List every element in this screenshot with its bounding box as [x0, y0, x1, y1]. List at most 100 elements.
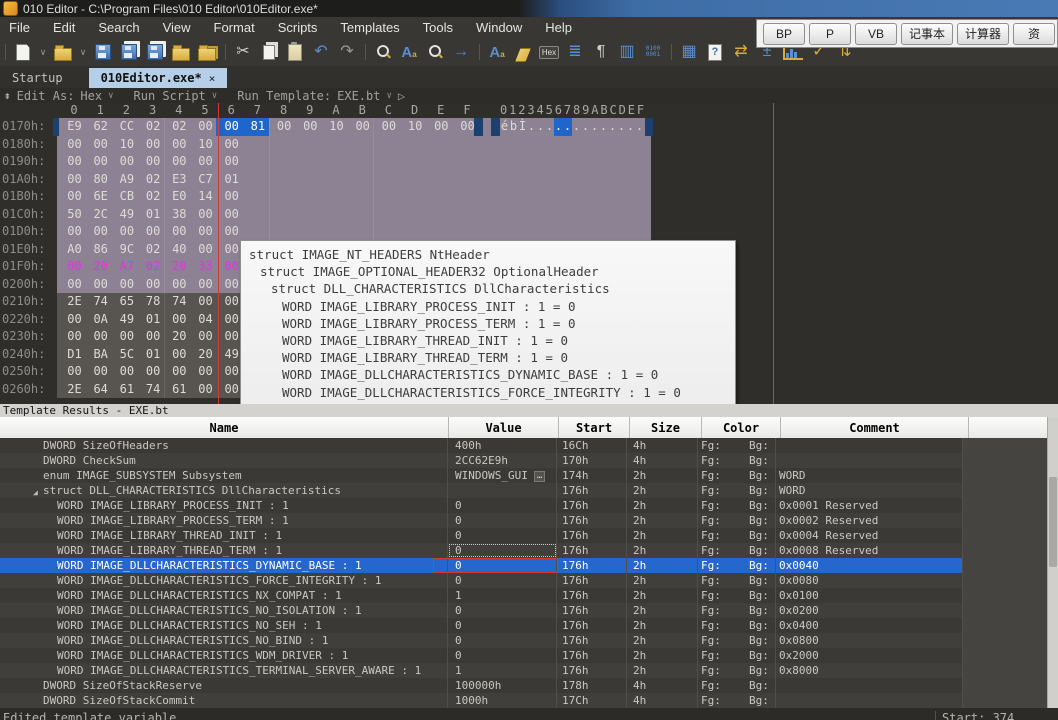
hex-byte[interactable]: 20: [166, 329, 193, 343]
table-row[interactable]: DWORD SizeOfStackCommit1000h17Ch4hFg:Bg:: [0, 693, 1058, 708]
hex-byte[interactable]: 00: [61, 259, 88, 273]
column-header-comment[interactable]: Comment: [781, 417, 969, 438]
hex-byte[interactable]: 01: [218, 172, 245, 186]
save-icon[interactable]: [92, 41, 114, 63]
menu-view[interactable]: View: [163, 20, 191, 35]
hex-byte[interactable]: 00: [192, 119, 219, 133]
column-header-color[interactable]: Color: [702, 417, 781, 438]
menu-edit[interactable]: Edit: [53, 20, 75, 35]
quick-button-5[interactable]: 资: [1013, 23, 1055, 45]
replace-icon[interactable]: Aa: [398, 41, 420, 63]
quick-button-0[interactable]: BP: [763, 23, 805, 45]
save-all-icon[interactable]: [144, 41, 166, 63]
hex-byte[interactable]: 00: [218, 189, 245, 203]
ascii-char[interactable]: .: [536, 119, 545, 133]
table-row[interactable]: DWORD SizeOfStackReserve100000h178h4hFg:…: [0, 678, 1058, 693]
hex-editor-pane[interactable]: 0123456789ABCDEF 0123456789ABCDEF 0170h:…: [0, 103, 1058, 404]
hex-byte[interactable]: 00: [218, 119, 245, 133]
hex-byte[interactable]: 02: [166, 119, 193, 133]
hex-byte[interactable]: 00: [61, 364, 88, 378]
hex-byte[interactable]: 78: [140, 294, 167, 308]
save-as-icon[interactable]: [118, 41, 140, 63]
table-row[interactable]: WORD IMAGE_DLLCHARACTERISTICS_NO_ISOLATI…: [0, 603, 1058, 618]
chevron-down-icon[interactable]: ∨: [108, 91, 113, 101]
table-row[interactable]: WORD IMAGE_DLLCHARACTERISTICS_NO_SEH : 1…: [0, 618, 1058, 633]
hex-byte[interactable]: 10: [192, 137, 219, 151]
swap-bytes-icon[interactable]: ⇄: [730, 41, 752, 63]
hex-byte[interactable]: 40: [166, 242, 193, 256]
undo-icon[interactable]: ↶: [310, 41, 332, 63]
hex-byte[interactable]: 61: [113, 382, 140, 396]
hex-byte[interactable]: 38: [166, 207, 193, 221]
run-template-value[interactable]: EXE.bt: [337, 89, 380, 103]
hex-byte[interactable]: E9: [61, 119, 88, 133]
hex-byte[interactable]: 86: [87, 242, 114, 256]
calculator-icon[interactable]: ▦: [678, 41, 700, 63]
column-header-start[interactable]: Start: [559, 417, 630, 438]
tab-010editor-exe[interactable]: 010Editor.exe* ×: [89, 68, 228, 88]
hex-byte[interactable]: 5C: [113, 347, 140, 361]
hex-byte[interactable]: 00: [87, 364, 114, 378]
hex-byte[interactable]: 00: [87, 154, 114, 168]
hex-byte[interactable]: 00: [113, 364, 140, 378]
hex-byte[interactable]: 49: [113, 312, 140, 326]
goto-icon[interactable]: →: [450, 41, 472, 63]
hex-byte[interactable]: 00: [192, 224, 219, 238]
hex-byte[interactable]: A0: [61, 242, 88, 256]
hex-byte[interactable]: CB: [113, 189, 140, 203]
hex-byte[interactable]: 00: [113, 154, 140, 168]
hex-byte[interactable]: 00: [140, 329, 167, 343]
hex-byte[interactable]: 01: [140, 312, 167, 326]
hex-byte[interactable]: 00: [349, 119, 376, 133]
run-script-dropdown[interactable]: Run Script: [134, 89, 206, 103]
chevron-down-icon[interactable]: ∨: [78, 41, 88, 63]
hex-byte[interactable]: 00: [87, 329, 114, 343]
hex-byte[interactable]: 01: [140, 207, 167, 221]
redo-icon[interactable]: ↷: [336, 41, 358, 63]
hex-byte[interactable]: 49: [113, 207, 140, 221]
ascii-char[interactable]: .: [617, 119, 626, 133]
hex-byte[interactable]: 00: [271, 119, 298, 133]
hex-byte[interactable]: 65: [113, 294, 140, 308]
hex-byte[interactable]: 14: [192, 189, 219, 203]
hex-byte[interactable]: 00: [61, 189, 88, 203]
edit-as-value[interactable]: Hex: [80, 89, 102, 103]
tab-close-icon[interactable]: ×: [209, 72, 216, 85]
hex-byte[interactable]: E0: [166, 189, 193, 203]
hex-byte[interactable]: 80: [87, 172, 114, 186]
hex-byte[interactable]: 00: [166, 224, 193, 238]
hex-byte[interactable]: 00: [192, 154, 219, 168]
hex-byte[interactable]: 6E: [87, 189, 114, 203]
ascii-char[interactable]: Ì: [518, 119, 527, 133]
hex-byte[interactable]: 20: [192, 347, 219, 361]
hex-byte[interactable]: 0A: [87, 312, 114, 326]
ascii-char[interactable]: .: [635, 119, 644, 133]
hex-byte[interactable]: 00: [140, 137, 167, 151]
hex-byte[interactable]: 00: [428, 119, 455, 133]
menu-scripts[interactable]: Scripts: [278, 20, 318, 35]
ascii-char[interactable]: .: [590, 119, 599, 133]
hex-byte[interactable]: 00: [113, 224, 140, 238]
hex-byte[interactable]: 74: [87, 294, 114, 308]
more-button[interactable]: …: [534, 471, 545, 482]
chevron-down-icon[interactable]: ∨: [212, 91, 217, 101]
hex-byte[interactable]: C7: [192, 172, 219, 186]
table-row[interactable]: enum IMAGE_SUBSYSTEM SubsystemWINDOWS_GU…: [0, 468, 1058, 483]
hex-byte[interactable]: 61: [166, 382, 193, 396]
hex-byte[interactable]: 00: [113, 277, 140, 291]
hex-byte[interactable]: 00: [87, 277, 114, 291]
table-row[interactable]: WORD IMAGE_DLLCHARACTERISTICS_DYNAMIC_BA…: [0, 558, 1058, 573]
hex-byte[interactable]: E3: [166, 172, 193, 186]
hex-byte[interactable]: 74: [166, 294, 193, 308]
hex-byte[interactable]: 10: [402, 119, 429, 133]
hex-byte[interactable]: 62: [87, 119, 114, 133]
hex-byte[interactable]: 00: [297, 119, 324, 133]
hex-byte[interactable]: 00: [61, 312, 88, 326]
highlight-icon[interactable]: [512, 41, 534, 63]
hex-byte[interactable]: 00: [166, 277, 193, 291]
paste-icon[interactable]: [284, 41, 306, 63]
column-view-icon[interactable]: ▥: [616, 41, 638, 63]
ascii-char[interactable]: .: [563, 118, 572, 137]
ascii-char[interactable]: b: [509, 119, 518, 133]
ascii-char[interactable]: .: [581, 119, 590, 133]
